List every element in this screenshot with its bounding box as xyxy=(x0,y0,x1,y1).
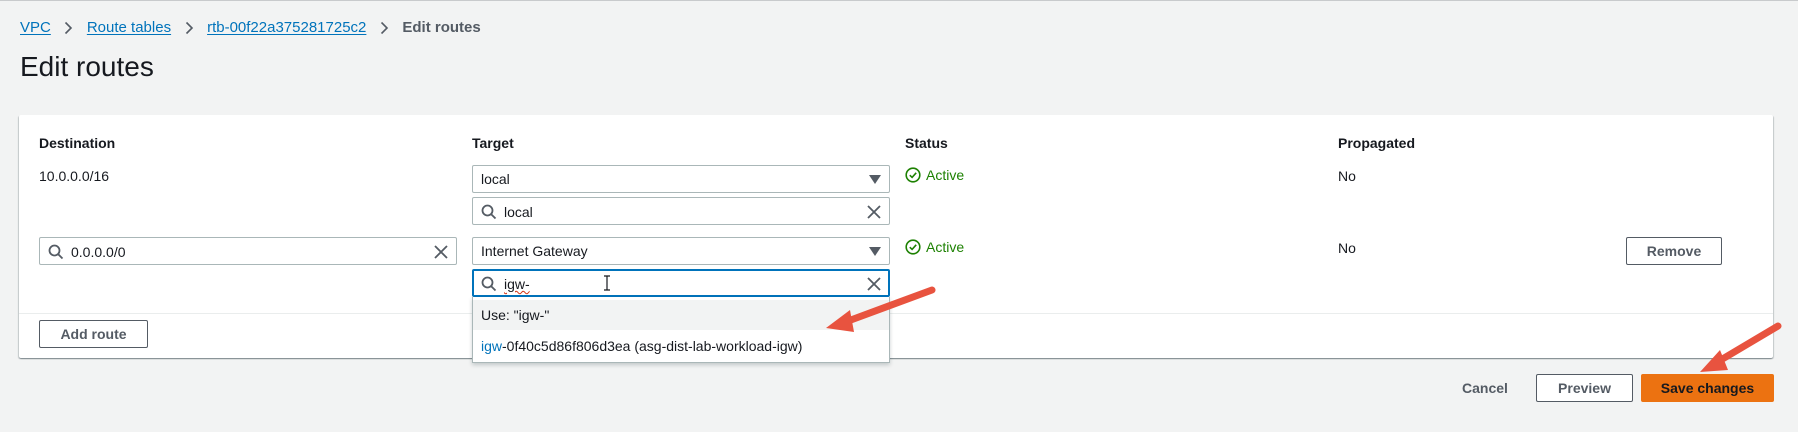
cancel-button[interactable]: Cancel xyxy=(1450,374,1520,402)
row2-target-type-select[interactable]: Internet Gateway xyxy=(472,237,890,265)
remove-button[interactable]: Remove xyxy=(1626,237,1722,265)
caret-down-icon xyxy=(869,175,881,184)
search-icon xyxy=(481,276,497,295)
row2-destination-input[interactable]: 0.0.0.0/0 xyxy=(39,237,457,265)
clear-icon[interactable] xyxy=(866,204,882,223)
header-destination: Destination xyxy=(39,135,116,151)
row1-target-search[interactable]: local xyxy=(472,197,890,225)
row1-status-label: Active xyxy=(926,167,965,183)
preview-button[interactable]: Preview xyxy=(1536,374,1633,402)
check-circle-icon xyxy=(905,239,921,255)
breadcrumb-vpc[interactable]: VPC xyxy=(20,19,51,36)
annotation-arrow-icon xyxy=(1700,322,1782,372)
text-cursor-icon xyxy=(604,275,610,291)
add-route-button[interactable]: Add route xyxy=(39,320,148,348)
header-target: Target xyxy=(472,135,514,151)
header-status: Status xyxy=(905,135,948,151)
save-changes-button[interactable]: Save changes xyxy=(1641,374,1774,402)
row2-status-label: Active xyxy=(926,239,965,255)
chevron-right-icon xyxy=(366,21,402,35)
breadcrumb-route-tables[interactable]: Route tables xyxy=(87,19,171,36)
clear-icon[interactable] xyxy=(433,244,449,263)
row1-target-type-value: local xyxy=(481,171,510,187)
row1-destination: 10.0.0.0/16 xyxy=(39,168,110,184)
page-title: Edit routes xyxy=(20,51,154,82)
igw-option-rest: -0f40c5d86f806d3ea (asg-dist-lab-workloa… xyxy=(502,338,803,354)
igw-option-match: igw xyxy=(481,338,503,354)
row1-target-search-value: local xyxy=(504,204,533,220)
row1-status: Active xyxy=(905,167,964,183)
row2-target-type-value: Internet Gateway xyxy=(481,243,588,259)
header-propagated: Propagated xyxy=(1338,135,1416,151)
annotation-arrow-icon xyxy=(826,286,936,332)
chevron-right-icon xyxy=(51,21,87,35)
check-circle-icon xyxy=(905,167,921,183)
row2-destination-value: 0.0.0.0/0 xyxy=(71,244,126,260)
breadcrumb-current: Edit routes xyxy=(402,19,481,36)
chevron-right-icon xyxy=(171,21,207,35)
caret-down-icon xyxy=(869,247,881,256)
row1-propagated: No xyxy=(1338,168,1356,184)
row1-target-type-select[interactable]: local xyxy=(472,165,890,193)
breadcrumb: VPC Route tables rtb-00f22a375281725c2 E… xyxy=(20,19,481,36)
row2-target-search-value: igw- xyxy=(504,276,530,292)
row2-propagated: No xyxy=(1338,240,1356,256)
search-icon xyxy=(48,244,64,263)
breadcrumb-route-table-id[interactable]: rtb-00f22a375281725c2 xyxy=(207,19,366,36)
igw-option[interactable]: igw -0f40c5d86f806d3ea (asg-dist-lab-work… xyxy=(473,331,889,361)
search-icon xyxy=(481,204,497,223)
row2-status: Active xyxy=(905,239,964,255)
top-divider xyxy=(0,0,1798,1)
